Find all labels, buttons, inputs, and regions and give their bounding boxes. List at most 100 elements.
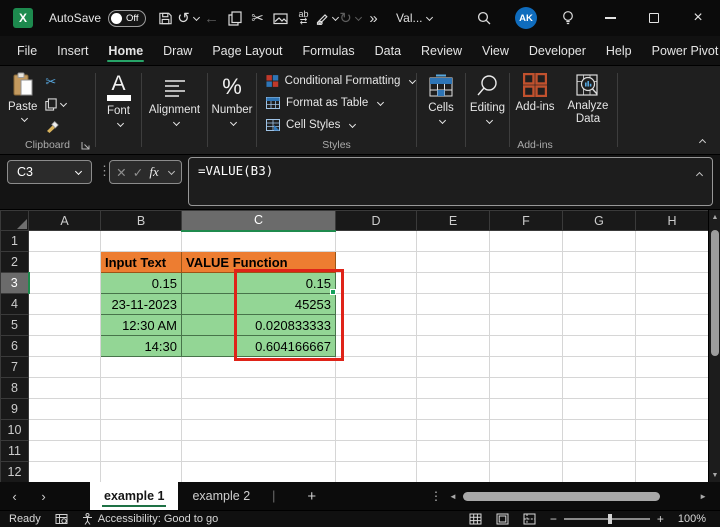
cell-A7[interactable] (28, 356, 101, 378)
insert-function-button[interactable]: fx (149, 164, 158, 180)
cell-B12[interactable] (100, 461, 182, 482)
analyze-data-button[interactable]: Analyze Data (560, 73, 616, 126)
cell-B5[interactable]: 12:30 AM (100, 314, 182, 336)
cell-F4[interactable] (489, 293, 563, 315)
cell-B8[interactable] (100, 377, 182, 399)
column-header-E[interactable]: E (416, 210, 490, 231)
cell-B2[interactable]: Input Text (100, 251, 182, 273)
cell-D3[interactable] (335, 272, 417, 294)
cell-E9[interactable] (416, 398, 490, 420)
cell-F2[interactable] (489, 251, 563, 273)
cell-D4[interactable] (335, 293, 417, 315)
document-title[interactable]: Val... (396, 11, 433, 25)
cancel-entry-button[interactable]: ✕ (116, 165, 126, 180)
cell-H6[interactable] (635, 335, 709, 357)
fill-handle[interactable] (330, 289, 336, 295)
translate-button[interactable]: ab ⇄ (292, 5, 315, 31)
cell-A12[interactable] (28, 461, 101, 482)
column-header-G[interactable]: G (562, 210, 636, 231)
zoom-out-button[interactable]: − (550, 512, 557, 526)
cell-F5[interactable] (489, 314, 563, 336)
cell-A11[interactable] (28, 440, 101, 462)
column-header-F[interactable]: F (489, 210, 563, 231)
minimize-button[interactable] (588, 0, 632, 36)
screenshot-button[interactable] (269, 5, 292, 31)
cell-G9[interactable] (562, 398, 636, 420)
cell-G2[interactable] (562, 251, 636, 273)
row-header-12[interactable]: 12 (0, 461, 29, 482)
cell-C1[interactable] (181, 230, 336, 252)
sheet-nav-right-button[interactable]: › (29, 489, 58, 504)
scroll-left-button[interactable]: ◄ (449, 492, 457, 501)
cell-G7[interactable] (562, 356, 636, 378)
cell-B11[interactable] (100, 440, 182, 462)
cell-A10[interactable] (28, 419, 101, 441)
account-button[interactable]: AK (504, 7, 548, 29)
cell-styles-button[interactable]: Cell Styles (266, 117, 416, 133)
cell-E1[interactable] (416, 230, 490, 252)
paste-button[interactable]: Paste (8, 72, 37, 134)
menu-tab-help[interactable]: Help (596, 36, 642, 65)
cut-ribbon-button[interactable]: ✂ (45, 74, 67, 90)
zoom-level[interactable]: 100% (678, 513, 706, 525)
copy-dropdown-chevron[interactable] (60, 99, 68, 107)
clipboard-dialog-launcher[interactable] (81, 141, 90, 150)
scroll-up-button[interactable]: ▲ (709, 210, 720, 224)
page-layout-view-button[interactable] (496, 513, 509, 525)
cell-B9[interactable] (100, 398, 182, 420)
cell-H12[interactable] (635, 461, 709, 482)
cell-H7[interactable] (635, 356, 709, 378)
cell-B1[interactable] (100, 230, 182, 252)
cell-C2[interactable]: VALUE Function (181, 251, 336, 273)
menu-tab-data[interactable]: Data (365, 36, 411, 65)
cell-A9[interactable] (28, 398, 101, 420)
new-sheet-button[interactable]: + (307, 488, 316, 505)
tell-me-button[interactable] (548, 0, 588, 36)
cells-group-button[interactable]: Cells (417, 66, 465, 154)
cell-C4[interactable]: 45253 (181, 293, 336, 315)
cell-C5[interactable]: 0.020833333 (181, 314, 336, 336)
cell-D5[interactable] (335, 314, 417, 336)
menu-tab-formulas[interactable]: Formulas (293, 36, 365, 65)
menu-tab-home[interactable]: Home (98, 36, 153, 65)
scroll-down-button[interactable]: ▼ (709, 468, 720, 482)
cell-A6[interactable] (28, 335, 101, 357)
row-header-7[interactable]: 7 (0, 356, 29, 378)
copy-ribbon-button[interactable] (45, 96, 68, 112)
cell-C12[interactable] (181, 461, 336, 482)
more-commands-button[interactable]: » (362, 5, 385, 31)
confirm-entry-button[interactable]: ✓ (133, 165, 143, 180)
cell-G11[interactable] (562, 440, 636, 462)
redo-dropdown-chevron[interactable] (354, 13, 362, 21)
cell-H11[interactable] (635, 440, 709, 462)
cell-H9[interactable] (635, 398, 709, 420)
cell-A2[interactable] (28, 251, 101, 273)
accessibility-status[interactable]: Accessibility: Good to go (82, 513, 218, 525)
formula-input[interactable]: =VALUE(B3) (188, 157, 713, 206)
select-all-corner[interactable] (0, 210, 29, 231)
page-break-preview-button[interactable] (523, 513, 536, 525)
cell-F8[interactable] (489, 377, 563, 399)
row-header-3[interactable]: 3 (0, 272, 30, 294)
row-header-9[interactable]: 9 (0, 398, 29, 420)
vertical-scrollbar[interactable]: ▲ ▼ (708, 210, 720, 482)
row-header-10[interactable]: 10 (0, 419, 29, 441)
ink-dropdown-chevron[interactable] (332, 13, 340, 21)
cell-F6[interactable] (489, 335, 563, 357)
cell-E8[interactable] (416, 377, 490, 399)
cell-E6[interactable] (416, 335, 490, 357)
cell-G8[interactable] (562, 377, 636, 399)
column-header-C[interactable]: C (181, 210, 336, 232)
cell-A5[interactable] (28, 314, 101, 336)
ink-button[interactable] (315, 5, 340, 31)
format-painter-button[interactable] (45, 118, 67, 134)
cell-H3[interactable] (635, 272, 709, 294)
sheet-nav-left-button[interactable]: ‹ (0, 489, 29, 504)
cell-A3[interactable] (28, 272, 101, 294)
cell-F3[interactable] (489, 272, 563, 294)
cell-F11[interactable] (489, 440, 563, 462)
cell-A1[interactable] (28, 230, 101, 252)
cell-G5[interactable] (562, 314, 636, 336)
menu-tab-developer[interactable]: Developer (519, 36, 596, 65)
cell-A4[interactable] (28, 293, 101, 315)
